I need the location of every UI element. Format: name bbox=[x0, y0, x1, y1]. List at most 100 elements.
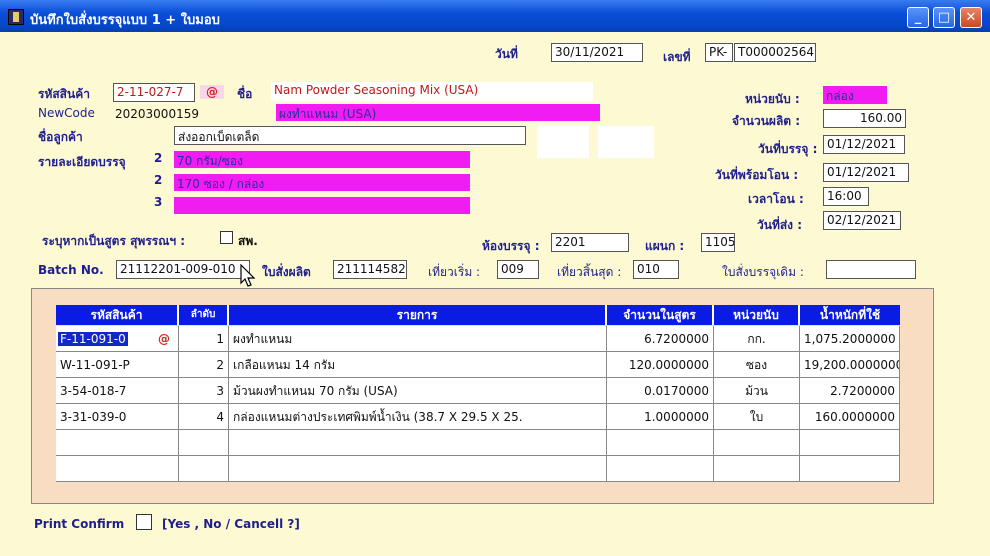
ship-date-field[interactable]: 02/12/2021 bbox=[823, 211, 901, 230]
cell-unit[interactable]: ม้วน bbox=[714, 378, 800, 404]
cell-code[interactable] bbox=[56, 430, 179, 456]
cell-seq[interactable] bbox=[179, 456, 229, 482]
selected-code-text[interactable]: F-11-091-0 bbox=[58, 332, 128, 346]
old-order-field[interactable] bbox=[826, 260, 916, 279]
cell-weight[interactable]: 1,075.2000000 bbox=[800, 326, 900, 352]
window-title: บันทึกใบสั่งบรรจุแบบ 1 + ใบมอบ bbox=[30, 13, 220, 28]
app-icon[interactable] bbox=[8, 9, 24, 25]
packing-line-num-3: 3 bbox=[154, 195, 163, 209]
blank-box-1 bbox=[537, 126, 589, 158]
pack-date-label: วันที่บรรจุ : bbox=[758, 142, 818, 156]
transfer-time-label: เวลาโอน : bbox=[748, 192, 804, 206]
print-confirm-checkbox[interactable] bbox=[136, 514, 152, 530]
cell-qty[interactable] bbox=[607, 456, 714, 482]
round-end-field[interactable]: 010 bbox=[633, 260, 679, 279]
title-bar[interactable]: บันทึกใบสั่งบรรจุแบบ 1 + ใบมอบ _ □ ✕ bbox=[0, 0, 990, 32]
print-confirm-label: Print Confirm bbox=[34, 517, 125, 531]
cell-weight[interactable]: 19,200.0000000 bbox=[800, 352, 900, 378]
dept-field[interactable]: 1105 bbox=[701, 233, 735, 252]
cell-seq[interactable] bbox=[179, 430, 229, 456]
production-order-field[interactable]: 211114582 bbox=[333, 260, 407, 279]
cell-qty[interactable]: 0.0170000 bbox=[607, 378, 714, 404]
ready-date-field[interactable]: 01/12/2021 bbox=[823, 163, 909, 182]
newcode-value: 20203000159 bbox=[115, 107, 199, 121]
round-end-label: เที่ยวสิ้นสุด : bbox=[557, 265, 622, 279]
number-label: เลขที่ bbox=[663, 50, 691, 64]
dept-label: แผนก : bbox=[645, 239, 685, 253]
date-field[interactable]: 30/11/2021 bbox=[551, 43, 643, 62]
qty-label: จำนวนผลิต : bbox=[732, 114, 801, 128]
cell-code[interactable]: 3-31-039-0 bbox=[56, 404, 179, 430]
cell-item[interactable]: ผงทำแหนม bbox=[229, 326, 607, 352]
cell-code[interactable]: 3-54-018-7 bbox=[56, 378, 179, 404]
product-name-en[interactable]: Nam Powder Seasoning Mix (USA) bbox=[271, 82, 593, 101]
ship-date-label: วันที่ส่ง : bbox=[757, 218, 803, 232]
minimize-button[interactable]: _ bbox=[907, 7, 929, 28]
cell-item[interactable]: กล่องแหนมต่างประเทศพิมพ์น้ำเงิน (38.7 X … bbox=[229, 404, 607, 430]
cell-code[interactable]: W-11-091-P bbox=[56, 352, 179, 378]
special-formula-checkbox-label: สพ. bbox=[238, 234, 258, 248]
col-header-seq[interactable]: ลำดับ bbox=[179, 305, 229, 325]
special-formula-checkbox[interactable] bbox=[220, 231, 233, 244]
qty-field[interactable]: 160.00 bbox=[823, 109, 906, 128]
customer-label: ชื่อลูกค้า bbox=[38, 130, 83, 144]
col-header-item[interactable]: รายการ bbox=[229, 305, 607, 325]
cell-item[interactable]: เกลือแหนม 14 กรัม bbox=[229, 352, 607, 378]
customer-field[interactable]: ส่งออกเบ็ดเตล็ด bbox=[174, 126, 526, 145]
cell-seq[interactable]: 4 bbox=[179, 404, 229, 430]
cell-qty[interactable]: 120.0000000 bbox=[607, 352, 714, 378]
batch-field[interactable]: 21112201-009-010 bbox=[116, 260, 250, 279]
date-label: วันที่ bbox=[495, 47, 518, 61]
cell-qty[interactable]: 1.0000000 bbox=[607, 404, 714, 430]
at-icon[interactable]: @ bbox=[158, 326, 170, 351]
number-prefix-field[interactable]: PK- bbox=[705, 43, 733, 62]
cell-weight[interactable]: 160.0000000 bbox=[800, 404, 900, 430]
cell-unit[interactable] bbox=[714, 430, 800, 456]
number-field[interactable]: T000002564 bbox=[734, 43, 816, 62]
cell-weight[interactable] bbox=[800, 430, 900, 456]
product-code-label: รหัสสินค้า bbox=[38, 87, 90, 101]
old-order-label: ใบสั่งบรรจุเดิม : bbox=[722, 265, 804, 279]
cell-seq[interactable]: 1 bbox=[179, 326, 229, 352]
close-button[interactable]: ✕ bbox=[960, 7, 982, 28]
col-header-unit[interactable]: หน่วยนับ bbox=[714, 305, 800, 325]
cell-item[interactable] bbox=[229, 456, 607, 482]
pack-date-field[interactable]: 01/12/2021 bbox=[823, 135, 905, 154]
transfer-time-field[interactable]: 16:00 bbox=[823, 187, 869, 206]
product-name-label: ชื่อ bbox=[237, 87, 253, 101]
cell-unit[interactable]: ซอง bbox=[714, 352, 800, 378]
packing-detail-label: รายละเอียดบรรจุ bbox=[38, 155, 126, 169]
cell-seq[interactable]: 2 bbox=[179, 352, 229, 378]
maximize-button[interactable]: □ bbox=[933, 7, 955, 28]
cell-item[interactable] bbox=[229, 430, 607, 456]
application-window: บันทึกใบสั่งบรรจุแบบ 1 + ใบมอบ _ □ ✕ วัน… bbox=[0, 0, 990, 556]
production-order-label: ใบสั่งผลิต bbox=[262, 265, 311, 279]
cell-seq[interactable]: 3 bbox=[179, 378, 229, 404]
cell-item[interactable]: ม้วนผงทำแหนม 70 กรัม (USA) bbox=[229, 378, 607, 404]
cell-unit[interactable]: กก. bbox=[714, 326, 800, 352]
cell-code[interactable]: F-11-091-0 @ bbox=[56, 326, 179, 352]
packing-line-num-1: 2 bbox=[154, 151, 163, 165]
cell-unit[interactable] bbox=[714, 456, 800, 482]
product-name-th[interactable]: ผงทำแหนม (USA) bbox=[276, 104, 600, 121]
cell-code[interactable] bbox=[56, 456, 179, 482]
print-confirm-hint: [Yes , No / Cancell ?] bbox=[162, 517, 300, 531]
cell-weight[interactable]: 2.7200000 bbox=[800, 378, 900, 404]
round-start-field[interactable]: 009 bbox=[497, 260, 539, 279]
packing-line-2[interactable]: 170 ซอง / กล่อง bbox=[174, 174, 470, 191]
unit-field[interactable]: กล่อง bbox=[823, 86, 887, 104]
col-header-code[interactable]: รหัสสินค้า bbox=[56, 305, 179, 325]
packing-line-1[interactable]: 70 กรัม/ซอง bbox=[174, 151, 470, 168]
special-formula-label: ระบุหากเป็นสูตร สุพรรณฯ : bbox=[42, 234, 186, 248]
cell-qty[interactable]: 6.7200000 bbox=[607, 326, 714, 352]
room-field[interactable]: 2201 bbox=[551, 233, 629, 252]
at-icon[interactable]: @ bbox=[200, 85, 224, 99]
cell-weight[interactable] bbox=[800, 456, 900, 482]
product-code-field[interactable]: 2-11-027-7 bbox=[113, 83, 195, 102]
cell-unit[interactable]: ใบ bbox=[714, 404, 800, 430]
cell-qty[interactable] bbox=[607, 430, 714, 456]
packing-line-3[interactable] bbox=[174, 197, 470, 214]
col-header-weight[interactable]: น้ำหนักที่ใช้ bbox=[800, 305, 900, 325]
col-header-qty[interactable]: จำนวนในสูตร bbox=[607, 305, 714, 325]
round-start-label: เที่ยวเริ่ม : bbox=[428, 265, 481, 279]
